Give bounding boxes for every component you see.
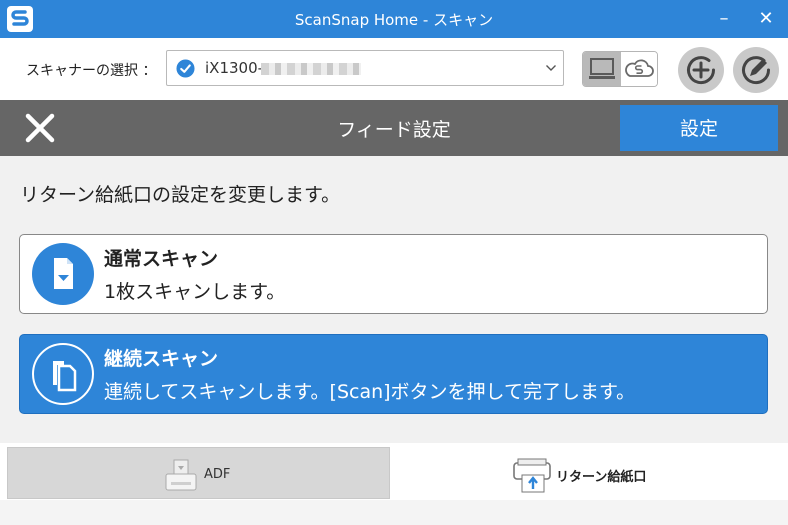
minimize-button[interactable]: – — [712, 7, 736, 31]
option-title: 通常スキャン — [104, 248, 219, 270]
masked-serial — [261, 63, 361, 75]
normal-scan-option[interactable]: 通常スキャン 1枚スキャンします。 — [19, 234, 768, 314]
cloud-connection-button[interactable] — [621, 52, 657, 86]
close-window-button[interactable]: ✕ — [754, 7, 778, 31]
pc-icon — [589, 58, 615, 79]
settings-button[interactable]: 設定 — [620, 105, 778, 151]
tab-label: リターン給紙口 — [556, 470, 647, 485]
option-title: 継続スキャン — [104, 348, 219, 370]
edit-icon — [742, 56, 771, 85]
scanner-model-name: iX1300- — [205, 59, 264, 77]
cloud-icon — [625, 59, 654, 77]
pc-connection-button[interactable] — [583, 52, 621, 86]
feed-settings-header: フィード設定 設定 — [0, 100, 788, 156]
window-title: ScanSnap Home - スキャン — [294, 11, 494, 29]
tab-label: ADF — [204, 467, 231, 482]
tab-return-feeder[interactable]: リターン給紙口 — [396, 447, 784, 499]
option-description: 連続してスキャンします。[Scan]ボタンを押して完了します。 — [104, 381, 636, 403]
connection-mode-toggle[interactable] — [582, 51, 658, 87]
continuous-scan-option[interactable]: 継続スキャン 連続してスキャンします。[Scan]ボタンを押して完了します。 — [19, 334, 768, 414]
scanner-select-dropdown[interactable]: iX1300- — [166, 50, 564, 86]
adf-icon — [165, 459, 197, 491]
check-icon — [176, 59, 195, 78]
option-description: 1枚スキャンします。 — [104, 281, 286, 303]
instruction-text: リターン給紙口の設定を変更します。 — [20, 184, 341, 206]
scanner-select-label: スキャナーの選択 ： — [26, 63, 157, 79]
add-scan-setting-button[interactable] — [678, 47, 724, 93]
add-icon — [687, 56, 716, 85]
feeder-tab-bar: ADF リターン給紙口 — [0, 443, 788, 525]
chevron-down-icon — [546, 65, 556, 71]
multiple-documents-icon — [32, 343, 94, 405]
scanner-selection-row: スキャナーの選択 ： iX1300- — [0, 38, 788, 100]
edit-scan-setting-button[interactable] — [733, 47, 779, 93]
window-titlebar: ScanSnap Home - スキャン – ✕ — [0, 0, 788, 38]
return-feeder-icon — [513, 458, 551, 493]
tab-adf[interactable]: ADF — [7, 447, 390, 499]
single-document-icon — [32, 243, 94, 305]
bottom-strip — [0, 500, 788, 525]
